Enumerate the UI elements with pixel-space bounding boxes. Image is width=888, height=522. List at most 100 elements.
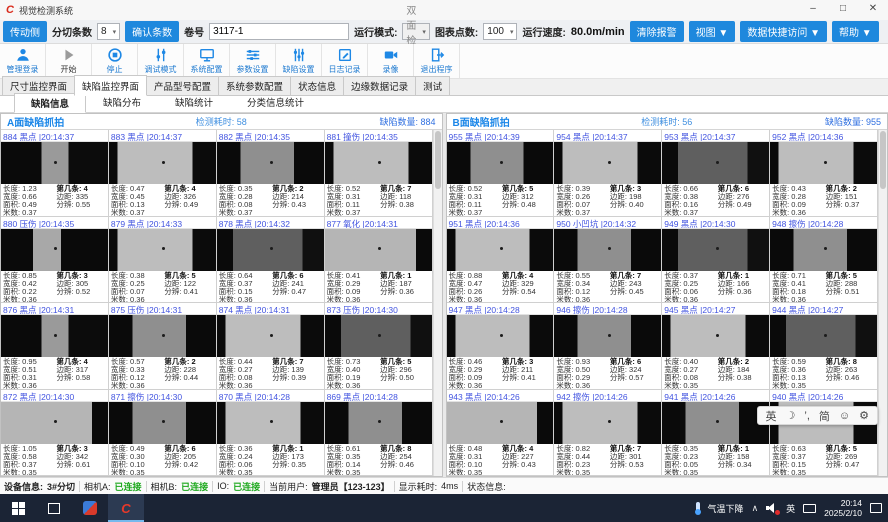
defect-cell[interactable]: 943 黑点 |20:14:26长度: 0.48宽度: 0.31面积: 0.10… — [447, 390, 555, 477]
defect-cell[interactable]: 869 黑点 |20:14:28长度: 0.61宽度: 0.35面积: 0.14… — [325, 390, 433, 477]
defect-cell[interactable]: 941 黑点 |20:14:26长度: 0.35宽度: 0.23面积: 0.05… — [662, 390, 770, 477]
defect-cell[interactable]: 870 黑点 |20:14:28长度: 0.36宽度: 0.24面积: 0.06… — [217, 390, 325, 477]
task-view-button[interactable] — [36, 494, 72, 522]
defect-cell[interactable]: 942 擦伤 |20:14:26长度: 0.82宽度: 0.44面积: 0.23… — [554, 390, 662, 477]
maximize-button[interactable]: □ — [828, 0, 858, 20]
defect-cell[interactable]: 951 黑点 |20:14:36长度: 0.88宽度: 0.47面积: 0.26… — [447, 217, 555, 304]
action-button-params[interactable]: 参数设置 — [230, 44, 276, 78]
defect-cell[interactable]: 879 黑点 |20:14:33长度: 0.38宽度: 0.25面积: 0.07… — [109, 217, 217, 304]
defect-cell[interactable]: 873 压伤 |20:14:30长度: 0.73宽度: 0.40面积: 0.19… — [325, 303, 433, 390]
action-button-stop[interactable]: 停止 — [92, 44, 138, 78]
defect-cell[interactable]: 944 黑点 |20:14:27长度: 0.59宽度: 0.36面积: 0.13… — [770, 303, 878, 390]
subtab-2[interactable]: 缺陷统计 — [158, 92, 230, 112]
split-count-select[interactable]: 8▾ — [97, 23, 120, 40]
run-mode-select[interactable]: 双面检测▾ — [402, 23, 430, 40]
task-view-icon — [48, 503, 60, 514]
active-app-button[interactable]: C — [108, 494, 144, 522]
view-menu-button[interactable]: 视图 ▼ — [689, 21, 736, 42]
close-button[interactable]: ✕ — [858, 0, 888, 20]
defect-cell[interactable]: 948 擦伤 |20:14:28长度: 0.71宽度: 0.41面积: 0.18… — [770, 217, 878, 304]
defect-count: 缺陷数量: 955 — [744, 115, 881, 128]
action-button-debug[interactable]: 调试模式 — [138, 44, 184, 78]
tab-1[interactable]: 缺陷监控界面 — [74, 75, 147, 96]
defect-cell[interactable]: 946 擦伤 |20:14:28长度: 0.93宽度: 0.50面积: 0.29… — [554, 303, 662, 390]
data-quick-access-menu-button[interactable]: 数据快捷访问 ▼ — [740, 21, 827, 42]
defect-cell[interactable]: 953 黑点 |20:14:37长度: 0.66宽度: 0.38面积: 0.16… — [662, 130, 770, 217]
drive-side-button[interactable]: 传动侧 — [3, 21, 47, 42]
action-button-defect[interactable]: 缺陷设置 — [276, 44, 322, 78]
pinned-app-button[interactable] — [72, 494, 108, 522]
defect-mark — [270, 161, 273, 164]
current-user-label: 当前用户: — [269, 480, 308, 493]
defect-cell[interactable]: 955 黑点 |20:14:39长度: 0.52宽度: 0.31面积: 0.11… — [447, 130, 555, 217]
defect-cell[interactable]: 949 黑点 |20:14:30长度: 0.37宽度: 0.25面积: 0.06… — [662, 217, 770, 304]
action-button-play[interactable]: 开始 — [46, 44, 92, 78]
volume-icon[interactable] — [766, 503, 778, 513]
defect-cell[interactable]: 871 擦伤 |20:14:30长度: 0.49宽度: 0.30面积: 0.10… — [109, 390, 217, 477]
confirm-count-button[interactable]: 确认条数 — [125, 21, 179, 42]
defect-cell[interactable]: 877 氧化 |20:14:31长度: 0.41宽度: 0.29面积: 0.09… — [325, 217, 433, 304]
defect-cell[interactable]: 881 撞伤 |20:14:35长度: 0.52宽度: 0.31面积: 0.11… — [325, 130, 433, 217]
tray-expand-icon[interactable]: ∧ — [752, 503, 759, 514]
defect-cell[interactable]: 954 黑点 |20:14:37长度: 0.39宽度: 0.26面积: 0.07… — [554, 130, 662, 217]
meta-res: 分辨: 0.42 — [164, 461, 213, 469]
action-button-log[interactable]: 日志记录 — [322, 44, 368, 78]
subtab-3[interactable]: 分类信息统计 — [230, 92, 321, 112]
ime-simplified-toggle[interactable]: 简 — [819, 408, 830, 424]
taskbar-clock[interactable]: 20:14 2025/2/10 — [824, 498, 862, 518]
action-button-exit[interactable]: 退出程序 — [414, 44, 460, 78]
defect-mark — [54, 420, 57, 423]
defect-meta: 长度: 1.23宽度: 0.66面积: 0.49米数: 0.37第几条: 4边距… — [1, 184, 108, 217]
defect-cell[interactable]: 878 黑点 |20:14:32长度: 0.64宽度: 0.37面积: 0.15… — [217, 217, 325, 304]
defect-cell-header: 950 小凹坑 |20:14:32 — [554, 217, 661, 229]
defect-cell-header: 883 黑点 |20:14:37 — [109, 130, 216, 142]
subtab-0[interactable]: 缺陷信息 — [14, 93, 86, 113]
weather-text[interactable]: 气温下降 — [708, 502, 744, 515]
defect-cell[interactable]: 883 黑点 |20:14:37长度: 0.47宽度: 0.45面积: 0.13… — [109, 130, 217, 217]
defect-cell[interactable]: 880 压伤 |20:14:35长度: 0.85宽度: 0.42面积: 0.22… — [1, 217, 109, 304]
defect-cell[interactable]: 874 黑点 |20:14:31长度: 0.44宽度: 0.27面积: 0.08… — [217, 303, 325, 390]
defect-image — [662, 402, 769, 444]
scrollbar-thumb[interactable] — [880, 131, 886, 189]
action-button-monitor[interactable]: 系统配置 — [184, 44, 230, 78]
defect-cell[interactable]: 952 黑点 |20:14:36长度: 0.43宽度: 0.28面积: 0.09… — [770, 130, 878, 217]
tab-5[interactable]: 边缘数据记录 — [343, 76, 416, 95]
touch-keyboard-icon[interactable] — [803, 504, 816, 513]
volume-alert-badge — [775, 510, 780, 515]
clear-alarm-button[interactable]: 清除报警 — [630, 21, 684, 42]
scrollbar-thumb[interactable] — [435, 131, 441, 189]
weather-thermometer-icon[interactable] — [696, 502, 700, 514]
ime-settings-gear-icon[interactable]: ⚙ — [859, 409, 869, 422]
meta-meter: 米数: 0.36 — [449, 296, 502, 304]
defect-panel-a: A面缺陷抓拍检测耗时: 58缺陷数量: 884884 黑点 |20:14:37长… — [0, 113, 443, 477]
ime-language-indicator[interactable]: 英 — [786, 502, 795, 515]
tab-6[interactable]: 测试 — [415, 76, 450, 95]
defect-cell[interactable]: 884 黑点 |20:14:37长度: 1.23宽度: 0.66面积: 0.49… — [1, 130, 109, 217]
action-button-user[interactable]: 管理登录 — [0, 44, 46, 78]
help-menu-button[interactable]: 帮助 ▼ — [832, 21, 879, 42]
roll-number-input[interactable] — [209, 23, 349, 40]
defect-cell[interactable]: 872 黑点 |20:14:30长度: 1.05宽度: 0.58面积: 0.37… — [1, 390, 109, 477]
ime-fullwidth-icon[interactable]: ☽ — [786, 409, 796, 422]
meta-meter: 米数: 0.35 — [664, 382, 717, 390]
defect-cell[interactable]: 950 小凹坑 |20:14:32长度: 0.55宽度: 0.34面积: 0.1… — [554, 217, 662, 304]
defect-cell[interactable]: 940 黑点 |20:14:26长度: 0.63宽度: 0.37面积: 0.15… — [770, 390, 878, 477]
meta-meter: 米数: 0.36 — [3, 382, 56, 390]
main-toolbar: 传动侧 分切条数 8▾ 确认条数 卷号 运行模式: 双面检测▾ 图表点数: 10… — [0, 20, 888, 44]
minimize-button[interactable]: – — [798, 0, 828, 20]
ime-punctuation-icon[interactable]: ’, — [804, 410, 810, 422]
panel-scrollbar[interactable] — [878, 130, 887, 476]
action-button-camera[interactable]: 录像 — [368, 44, 414, 78]
panel-scrollbar[interactable] — [433, 130, 442, 476]
defect-cell[interactable]: 875 压伤 |20:14:31长度: 0.57宽度: 0.33面积: 0.12… — [109, 303, 217, 390]
notification-center-icon[interactable] — [870, 503, 882, 513]
defect-cell[interactable]: 876 黑点 |20:14:31长度: 0.95宽度: 0.51面积: 0.31… — [1, 303, 109, 390]
defect-cell[interactable]: 947 黑点 |20:14:28长度: 0.46宽度: 0.29面积: 0.09… — [447, 303, 555, 390]
defect-cell[interactable]: 882 黑点 |20:14:35长度: 0.35宽度: 0.28面积: 0.08… — [217, 130, 325, 217]
chart-points-select[interactable]: 100▾ — [483, 23, 517, 40]
defect-cell[interactable]: 945 黑点 |20:14:27长度: 0.40宽度: 0.27面积: 0.08… — [662, 303, 770, 390]
ime-emoji-icon[interactable]: ☺ — [839, 410, 850, 422]
defect-image — [1, 229, 108, 271]
ime-english-toggle[interactable]: 英 — [766, 408, 777, 424]
start-button[interactable] — [0, 494, 36, 522]
